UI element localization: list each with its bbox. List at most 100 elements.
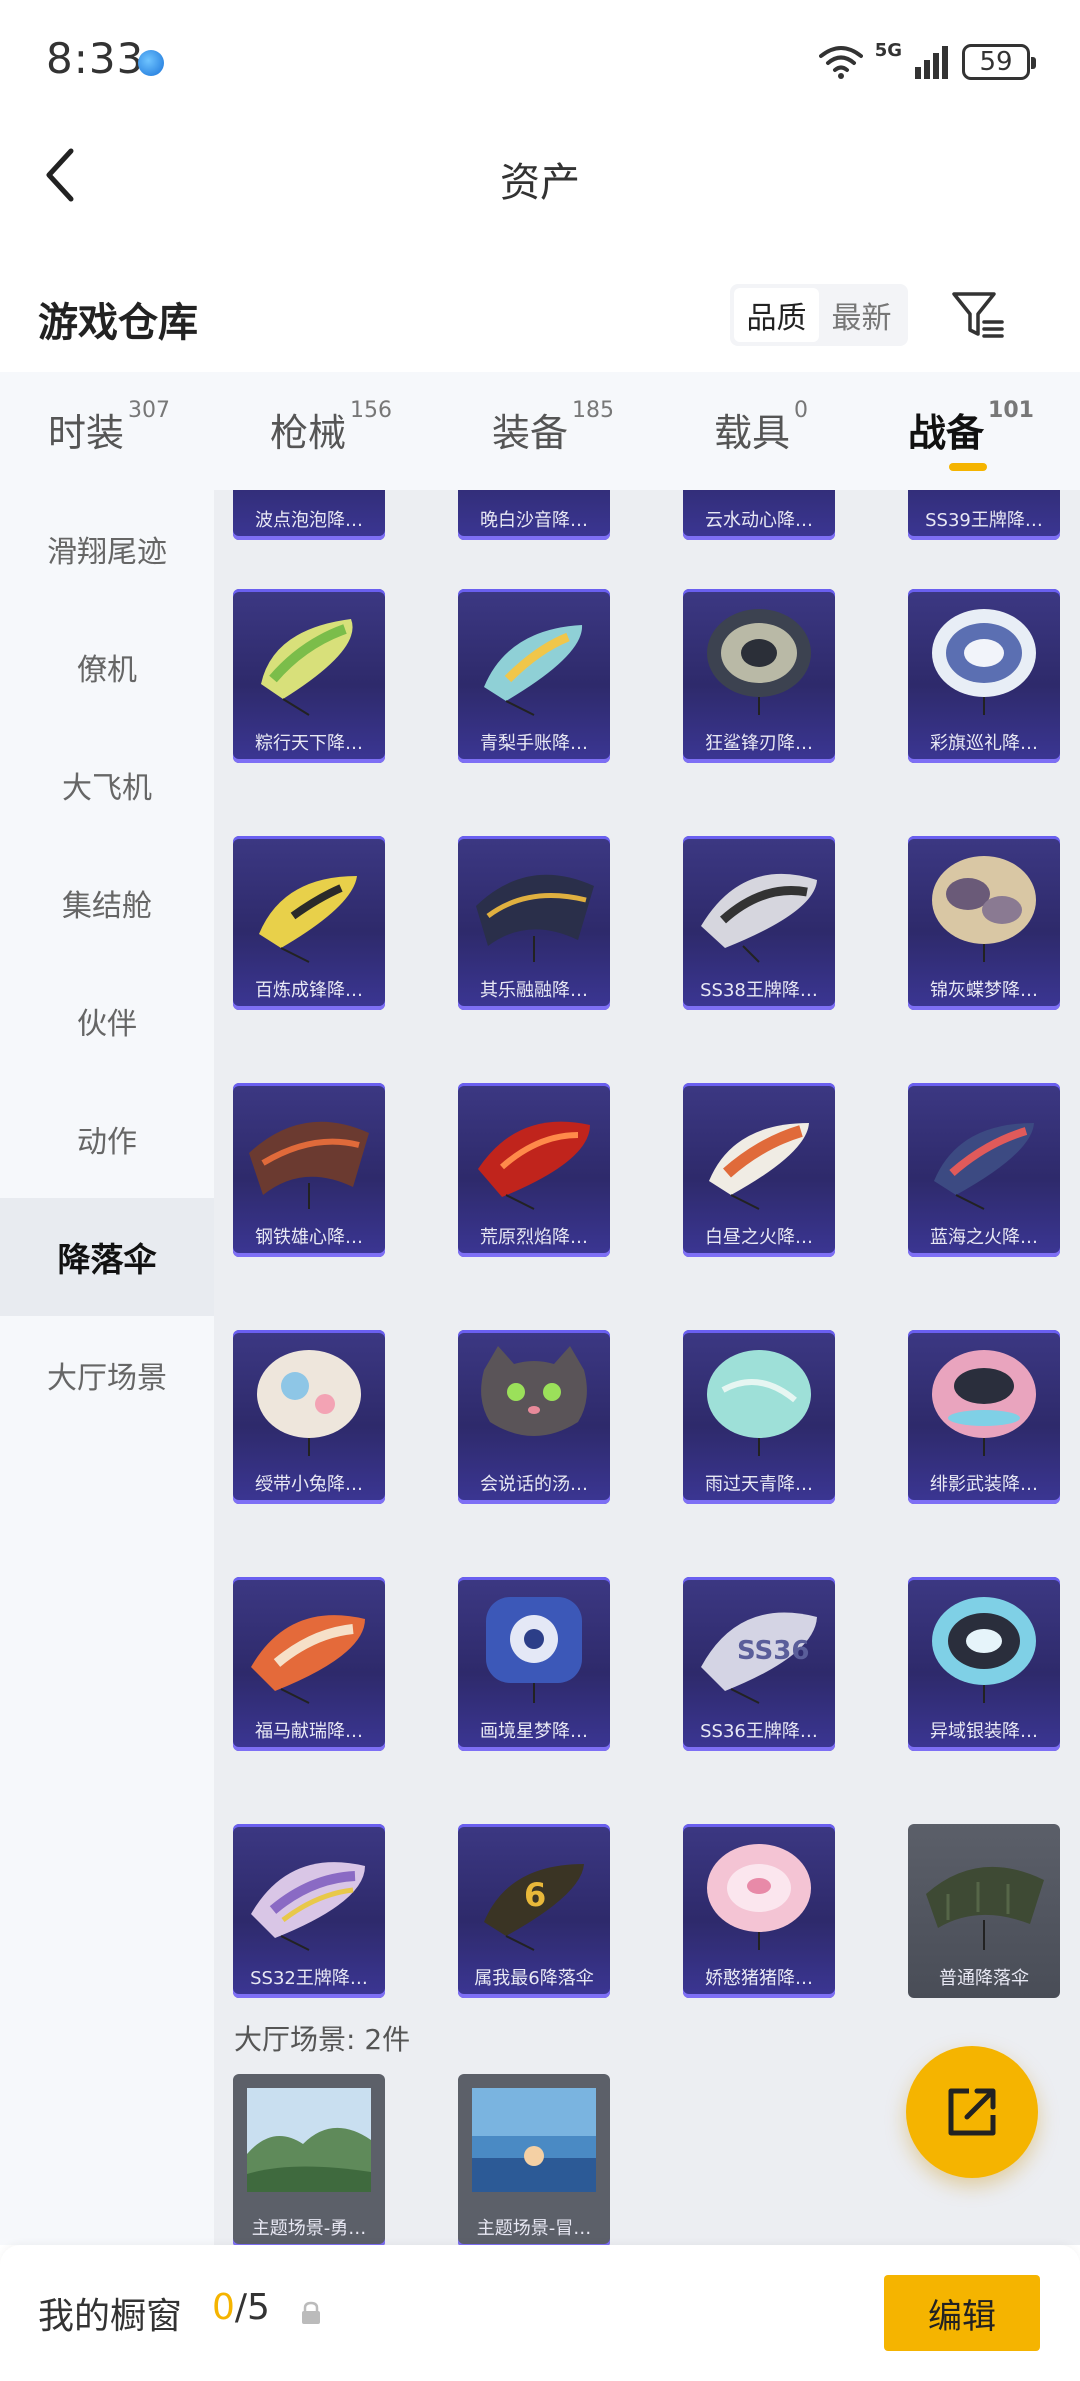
item-name: 百炼成锋降… <box>255 980 363 1001</box>
item-card[interactable]: SS36 SS36王牌降… <box>683 1577 835 1751</box>
item-card[interactable]: 画境星梦降… <box>458 1577 610 1751</box>
parachute-icon <box>251 1862 365 1951</box>
item-card[interactable]: SS38王牌降… <box>683 836 835 1010</box>
showcase-count: 0/5 <box>212 2287 270 2328</box>
sort-toggle: 品质 最新 <box>730 284 908 346</box>
item-name: 雨过天青降… <box>705 1474 813 1495</box>
item-card[interactable]: 福马献瑞降… <box>233 1577 385 1751</box>
parachute-icon <box>481 1346 587 1436</box>
item-name: 福马献瑞降… <box>255 1721 363 1742</box>
item-card[interactable]: 白昼之火降… <box>683 1083 835 1257</box>
group-title-lobby-scenes: 大厅场景: 2件 <box>234 2023 411 2056</box>
parachute-icon <box>932 1350 1036 1456</box>
external-link-icon <box>948 2088 996 2136</box>
filter-button[interactable] <box>948 286 1008 346</box>
bottom-bar: 我的橱窗 0/5 编辑 <box>0 2245 1080 2381</box>
item-card[interactable]: 彩旗巡礼降… <box>908 589 1060 763</box>
parachute-icon: SS36 <box>701 1612 817 1704</box>
sidebar-item-companion[interactable]: 伙伴 <box>0 962 214 1080</box>
item-card[interactable]: 青梨手账降… <box>458 589 610 763</box>
wifi-icon <box>818 46 863 79</box>
tab-count: 101 <box>988 398 1034 423</box>
status-time: 8:33 <box>46 34 145 83</box>
scene-card[interactable]: 主题场景-冒… <box>458 2074 610 2245</box>
item-name: 绶带小兔降… <box>255 1474 363 1495</box>
item-card[interactable]: 绶带小兔降… <box>233 1330 385 1504</box>
parachute-icon <box>701 873 817 963</box>
tab-label: 装备 <box>492 411 569 455</box>
parachute-icon <box>476 874 594 962</box>
tab-fashion[interactable]: 时装307 <box>48 398 170 457</box>
sort-option-quality[interactable]: 品质 <box>734 288 819 342</box>
item-card[interactable]: SS39王牌降… <box>908 490 1060 540</box>
signal-icon <box>915 46 948 79</box>
item-name: 白昼之火降… <box>705 1227 813 1248</box>
item-card[interactable]: 会说话的汤… <box>458 1330 610 1504</box>
sidebar-item-lobby-scene[interactable]: 大厅场景 <box>0 1316 214 1434</box>
app-notification-icon <box>138 50 164 76</box>
parachute-icon <box>261 619 353 716</box>
item-card[interactable]: 晚白沙音降… <box>458 490 610 540</box>
parachute-icon <box>486 1597 582 1703</box>
item-card[interactable]: 娇憨猪猪降… <box>683 1824 835 1998</box>
item-card[interactable]: 百炼成锋降… <box>233 836 385 1010</box>
tab-count: 307 <box>128 398 171 423</box>
parachute-icon <box>707 609 811 715</box>
item-name: 锦灰蝶梦降… <box>930 980 1038 1001</box>
sidebar: 滑翔尾迹 僚机 大飞机 集结舱 伙伴 动作 降落伞 大厅场景 <box>0 490 214 2245</box>
item-card[interactable]: 粽行天下降… <box>233 589 385 763</box>
item-name: 蓝海之火降… <box>930 1227 1038 1248</box>
edit-button[interactable]: 编辑 <box>884 2275 1040 2351</box>
item-name: 波点泡泡降… <box>255 510 363 531</box>
parachute-icon <box>926 1866 1044 1950</box>
showcase-total: /5 <box>234 2287 270 2328</box>
svg-text:6: 6 <box>524 1876 546 1914</box>
sidebar-item-plane[interactable]: 大飞机 <box>0 726 214 844</box>
item-card[interactable]: 波点泡泡降… <box>233 490 385 540</box>
sidebar-item-parachute[interactable]: 降落伞 <box>0 1198 214 1316</box>
parachute-icon <box>709 1123 809 1210</box>
item-card[interactable]: 钢铁雄心降… <box>233 1083 385 1257</box>
parachute-icon <box>932 1597 1036 1703</box>
share-button[interactable] <box>906 2046 1038 2178</box>
section-title: 游戏仓库 <box>38 300 198 346</box>
tab-count: 0 <box>794 398 809 423</box>
scene-card[interactable]: 主题场景-勇… <box>233 2074 385 2245</box>
item-card[interactable]: 异域银装降… <box>908 1577 1060 1751</box>
item-card[interactable]: 荒原烈焰降… <box>458 1083 610 1257</box>
parachute-icon <box>707 1844 811 1950</box>
active-tab-indicator <box>949 463 987 471</box>
item-name: 其乐融融降… <box>480 980 588 1001</box>
status-bar: 8:33 5G 59 <box>0 0 1080 120</box>
item-card[interactable]: 狂鲨锋刃降… <box>683 589 835 763</box>
tab-combat-gear[interactable]: 战备101 <box>908 398 1034 457</box>
sidebar-item-emote[interactable]: 动作 <box>0 1080 214 1198</box>
item-name: 娇憨猪猪降… <box>705 1968 813 1989</box>
sort-option-latest[interactable]: 最新 <box>819 288 904 342</box>
tab-vehicles[interactable]: 载具0 <box>714 398 808 457</box>
item-card[interactable]: 雨过天青降… <box>683 1330 835 1504</box>
item-name: 钢铁雄心降… <box>255 1227 363 1248</box>
item-card[interactable]: 6 属我最6降落伞 <box>458 1824 610 1998</box>
sidebar-item-capsule[interactable]: 集结舱 <box>0 844 214 962</box>
item-card[interactable]: 蓝海之火降… <box>908 1083 1060 1257</box>
scene-thumbnail <box>472 2088 596 2192</box>
network-type-label: 5G <box>874 40 902 61</box>
item-card[interactable]: 绯影武装降… <box>908 1330 1060 1504</box>
item-name: 青梨手账降… <box>480 733 588 754</box>
page-title: 资产 <box>500 160 580 206</box>
parachute-icon: 6 <box>484 1864 584 1951</box>
item-card[interactable]: 云水动心降… <box>683 490 835 540</box>
item-card[interactable]: 普通降落伞 <box>908 1824 1060 1998</box>
item-name: SS39王牌降… <box>925 510 1043 531</box>
tab-equipment[interactable]: 装备185 <box>492 398 614 457</box>
sidebar-item-wingman[interactable]: 僚机 <box>0 608 214 726</box>
item-card[interactable]: SS32王牌降… <box>233 1824 385 1998</box>
item-card[interactable]: 其乐融融降… <box>458 836 610 1010</box>
parachute-icon <box>932 856 1036 962</box>
parachute-icon <box>259 876 357 963</box>
item-card[interactable]: 锦灰蝶梦降… <box>908 836 1060 1010</box>
item-name: 晚白沙音降… <box>480 510 588 531</box>
sidebar-item-glide-trail[interactable]: 滑翔尾迹 <box>0 490 214 608</box>
tab-firearms[interactable]: 枪械156 <box>270 398 392 457</box>
